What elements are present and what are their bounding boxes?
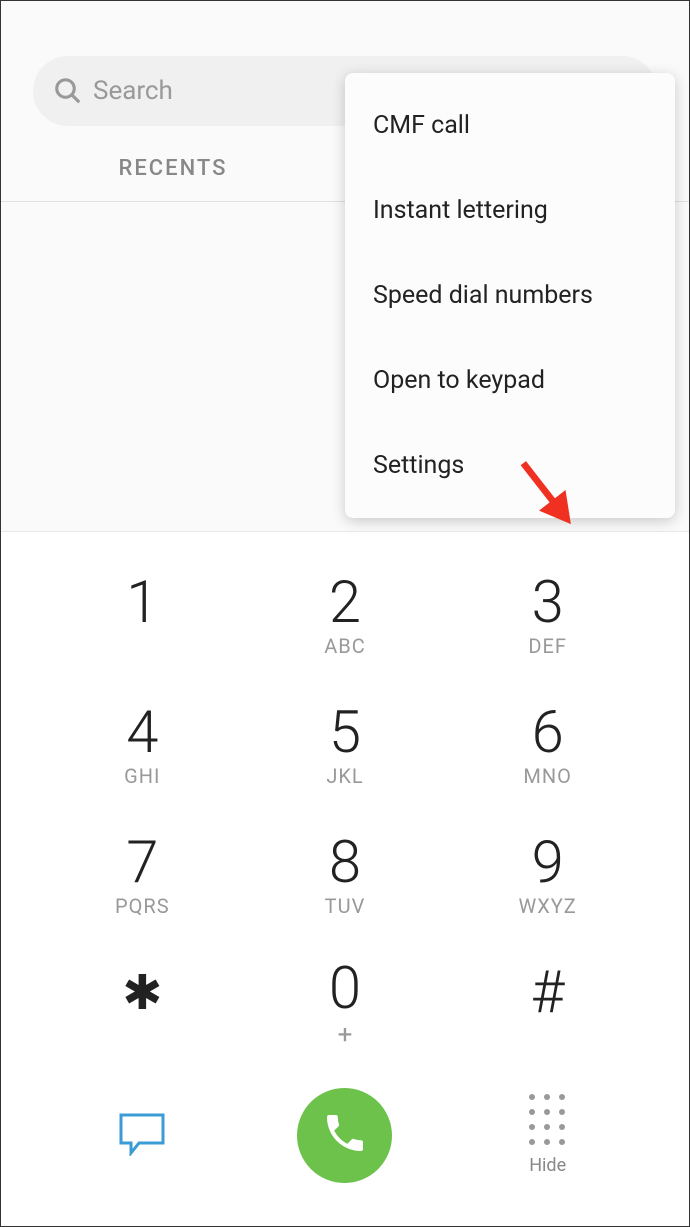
call-button-cell — [244, 1075, 447, 1195]
search-icon — [53, 76, 83, 106]
key-digit: 4 — [126, 704, 158, 762]
menu-item-cmf-call[interactable]: CMF call — [345, 83, 675, 168]
menu-item-instant-lettering[interactable]: Instant lettering — [345, 168, 675, 253]
search-placeholder: Search — [93, 76, 173, 106]
key-digit: 5 — [329, 704, 361, 762]
key-5[interactable]: 5 JKL — [244, 680, 447, 810]
key-digit: 0 — [329, 960, 361, 1018]
key-letters: TUV — [325, 894, 366, 916]
message-button[interactable] — [41, 1075, 244, 1195]
keypad-area: 1 2 ABC 3 DEF 4 GHI 5 JKL 6 MNO 7 PQRS 8 — [1, 531, 689, 1226]
key-digit: 6 — [532, 704, 564, 762]
key-letters: ABC — [324, 634, 366, 656]
key-digit: 3 — [532, 574, 564, 632]
key-digit: ✱ — [122, 969, 162, 1017]
key-hash[interactable]: # — [446, 940, 649, 1070]
key-digit: 8 — [329, 834, 361, 892]
key-letters: GHI — [124, 764, 160, 786]
hide-button[interactable]: Hide — [446, 1075, 649, 1195]
key-digit: 7 — [126, 834, 158, 892]
menu-item-speed-dial[interactable]: Speed dial numbers — [345, 253, 675, 338]
annotation-arrow — [508, 446, 603, 545]
key-digit: 9 — [532, 834, 564, 892]
key-digit: # — [531, 964, 565, 1022]
action-row: Hide — [1, 1075, 689, 1200]
message-icon — [117, 1111, 167, 1160]
key-letters: WXYZ — [519, 894, 577, 916]
key-digit: 1 — [126, 574, 158, 632]
key-star[interactable]: ✱ — [41, 940, 244, 1070]
keypad-dots-icon — [529, 1094, 567, 1147]
key-letters: DEF — [528, 634, 567, 656]
key-plus: + — [338, 1020, 353, 1050]
key-digit: 2 — [329, 574, 361, 632]
key-9[interactable]: 9 WXYZ — [446, 810, 649, 940]
key-6[interactable]: 6 MNO — [446, 680, 649, 810]
key-letters: JKL — [326, 764, 363, 786]
key-1[interactable]: 1 — [41, 550, 244, 680]
key-3[interactable]: 3 DEF — [446, 550, 649, 680]
hide-label: Hide — [529, 1155, 566, 1176]
call-button[interactable] — [297, 1088, 392, 1183]
menu-item-open-keypad[interactable]: Open to keypad — [345, 338, 675, 423]
key-letters: MNO — [523, 764, 572, 786]
key-0[interactable]: 0 + — [244, 940, 447, 1070]
key-8[interactable]: 8 TUV — [244, 810, 447, 940]
key-7[interactable]: 7 PQRS — [41, 810, 244, 940]
phone-icon — [321, 1109, 369, 1161]
keypad: 1 2 ABC 3 DEF 4 GHI 5 JKL 6 MNO 7 PQRS 8 — [1, 532, 689, 1070]
key-2[interactable]: 2 ABC — [244, 550, 447, 680]
tab-recents[interactable]: RECENTS — [1, 156, 345, 181]
key-letters: PQRS — [115, 894, 170, 916]
key-4[interactable]: 4 GHI — [41, 680, 244, 810]
